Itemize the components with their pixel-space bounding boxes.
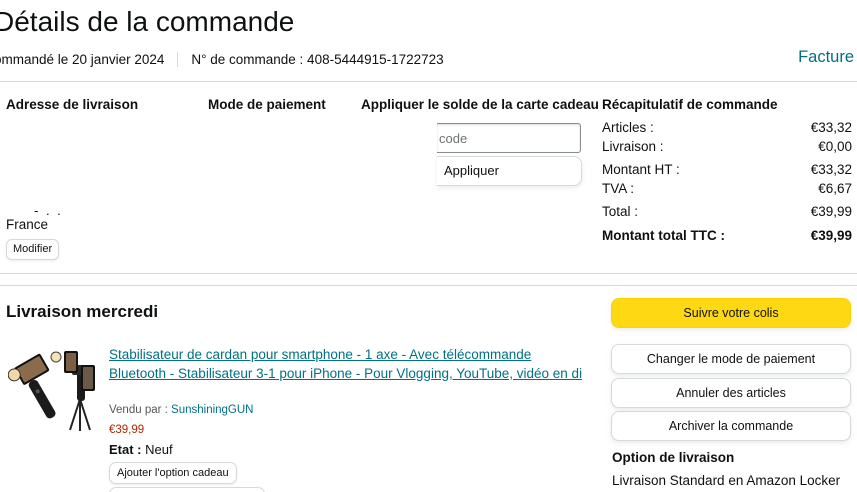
page-title: Détails de la commande (0, 6, 295, 37)
summary-label: Montant HT : (602, 162, 680, 177)
add-gift-option-button[interactable]: Ajouter l'option cadeau (109, 462, 237, 484)
summary-row-total: Total : €39,99 (602, 204, 852, 219)
order-summary-heading: Récapitulatif de commande (602, 97, 778, 112)
archive-order-button[interactable]: Archiver la commande (611, 411, 851, 441)
summary-row-grand-total: Montant total TTC : €39,99 (602, 228, 852, 243)
product-condition: Etat : Neuf (109, 442, 173, 457)
order-meta: ommandé le 20 janvier 2024 N° de command… (0, 52, 444, 67)
summary-label: Articles : (602, 120, 654, 135)
invoice-link[interactable]: Facture (798, 48, 854, 67)
product-title-link[interactable]: Stabilisateur de cardan pour smartphone … (109, 345, 589, 383)
divider-middle (0, 273, 857, 274)
divider-section (0, 285, 857, 286)
buy-again-button[interactable] (109, 487, 265, 492)
change-payment-button[interactable]: Changer le mode de paiement (611, 344, 851, 374)
summary-label: TVA : (602, 181, 635, 196)
seller-prefix: Vendu par : (109, 404, 168, 416)
gimbal-stabilizer-image[interactable] (8, 345, 100, 433)
summary-value: €33,32 (810, 162, 852, 177)
summary-row-vat: TVA : €6,67 (602, 181, 852, 196)
divider-top (0, 81, 857, 82)
gift-card-heading: Appliquer le solde de la carte cadeau (361, 97, 599, 112)
cancel-items-button[interactable]: Annuler des articles (611, 378, 851, 408)
shipping-option-heading: Option de livraison (612, 450, 735, 465)
summary-label: Total : (602, 204, 639, 219)
product-price: €39,99 (109, 424, 145, 436)
condition-value: Neuf (145, 442, 173, 457)
order-date: ommandé le 20 janvier 2024 (0, 52, 165, 67)
meta-divider (177, 52, 179, 67)
summary-value: €33,32 (810, 120, 852, 135)
grand-total-value: €39,99 (810, 228, 852, 243)
grand-total-label: Montant total TTC : (602, 228, 725, 243)
track-package-button[interactable]: Suivre votre colis (611, 298, 851, 328)
seller-link[interactable]: SunshiningGUN (171, 404, 253, 416)
shipping-address-heading: Adresse de livraison (6, 97, 139, 112)
summary-value: €6,67 (818, 181, 852, 196)
apply-gift-card-button[interactable]: Appliquer (437, 156, 582, 186)
summary-label: Livraison : (602, 139, 664, 154)
modify-address-button[interactable]: Modifier (6, 239, 60, 260)
summary-row-articles: Articles : €33,32 (602, 120, 852, 135)
address-country: France (6, 217, 49, 232)
summary-value: €39,99 (810, 204, 852, 219)
delivery-title: Livraison mercredi (6, 302, 159, 321)
gift-card-code-input[interactable] (437, 123, 581, 153)
summary-value: €0,00 (818, 139, 852, 154)
address-line-fragment: - . . (34, 203, 63, 218)
seller-line: Vendu par : SunshiningGUN (109, 404, 254, 416)
payment-method-heading: Mode de paiement (208, 97, 326, 112)
order-number: N° de commande : 408-5444915-1722723 (191, 52, 444, 67)
summary-row-subtotal-ht: Montant HT : €33,32 (602, 162, 852, 177)
shipping-option-value: Livraison Standard en Amazon Locker (612, 473, 841, 488)
condition-label: Etat : (109, 442, 142, 457)
summary-row-shipping: Livraison : €0,00 (602, 139, 852, 154)
